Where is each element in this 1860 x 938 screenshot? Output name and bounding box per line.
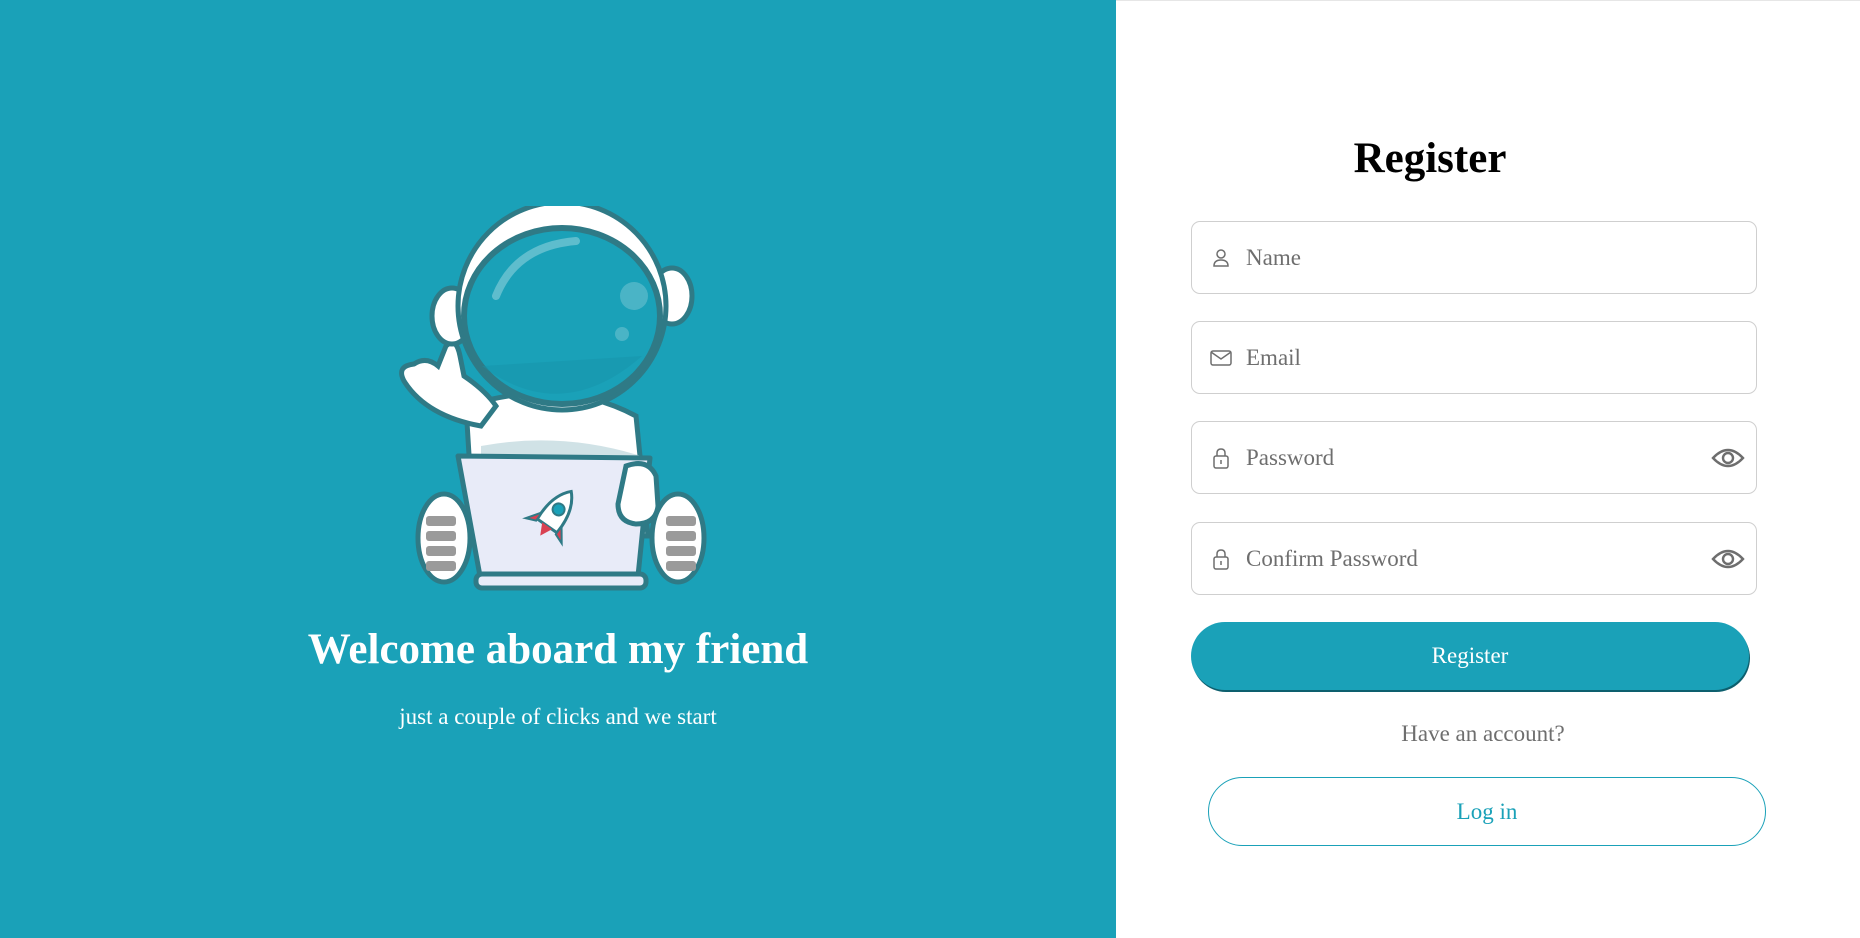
password-field[interactable] [1191,421,1757,494]
envelope-icon [1210,347,1232,369]
login-button[interactable]: Log in [1208,777,1766,846]
lock-icon [1210,548,1232,570]
lock-icon [1210,447,1232,469]
email-field[interactable] [1191,321,1757,394]
confirm-password-field[interactable] [1191,522,1757,595]
email-input[interactable] [1246,322,1756,393]
have-account-text: Have an account? [1401,721,1565,746]
laptop [455,453,653,591]
confirm-password-input[interactable] [1246,523,1710,594]
name-input[interactable] [1246,222,1756,293]
astronaut-illustration [399,206,707,591]
name-field[interactable] [1191,221,1757,294]
welcome-subtitle: just a couple of clicks and we start [399,704,717,729]
welcome-title: Welcome aboard my friend [307,626,809,673]
register-page: Welcome aboard my friend just a couple o… [0,0,1860,938]
astronaut-hand [615,461,661,527]
password-input[interactable] [1246,422,1710,493]
form-title: Register [1353,135,1507,182]
register-form-panel: Register Name Email Register Have an acc… [1116,0,1860,938]
welcome-panel: Welcome aboard my friend just a couple o… [0,0,1116,938]
register-button[interactable]: Register [1191,622,1749,690]
user-icon [1210,247,1232,269]
eye-icon[interactable] [1710,541,1746,577]
eye-icon[interactable] [1710,440,1746,476]
